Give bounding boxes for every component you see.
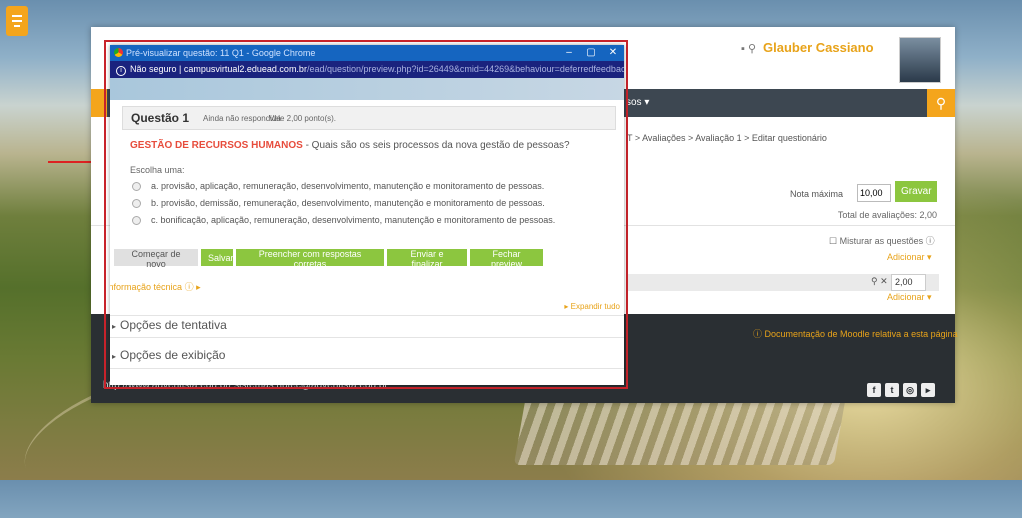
add-menu[interactable]: Adicionar ▾ xyxy=(887,252,932,263)
choose-label: Escolha uma: xyxy=(130,165,185,175)
answer-option-a[interactable]: a. provisão, aplicação, remuneração, des… xyxy=(132,181,545,192)
message-icon[interactable]: ▪ ⚲ xyxy=(741,42,756,55)
close-preview-button[interactable]: Fechar preview xyxy=(470,249,543,269)
tech-info-label: Informação técnica xyxy=(110,282,183,292)
facebook-icon[interactable]: f xyxy=(867,383,881,397)
expand-all-label: Expandir tudo xyxy=(570,302,620,311)
security-label: Não seguro xyxy=(130,64,177,74)
preview-delete-icons[interactable]: ⚲ ✕ xyxy=(871,276,888,287)
question-info-box: Questão 1 Ainda não respondida Vale 2,00… xyxy=(122,106,616,130)
instagram-icon[interactable]: ◎ xyxy=(903,383,917,397)
save-button[interactable]: Salvar xyxy=(201,249,234,266)
fill-correct-button[interactable]: Preencher com respostas corretas xyxy=(236,249,384,269)
maximize-icon[interactable]: ▢ xyxy=(580,45,602,61)
hamburger-line xyxy=(12,20,22,22)
preview-window: Pré-visualizar questão: 11 Q1 - Google C… xyxy=(110,45,624,385)
minimize-icon[interactable]: – xyxy=(558,45,580,61)
total-grades: Total de avaliações: 2,00 xyxy=(837,210,937,220)
address-bar[interactable]: i Não seguro | campusvirtual2.eduead.com.… xyxy=(110,61,624,78)
answer-option-b[interactable]: b. provisão, demissão, remuneração, dese… xyxy=(132,198,545,209)
user-name[interactable]: Glauber Cassiano xyxy=(763,40,874,55)
option-label: b. provisão, demissão, remuneração, dese… xyxy=(151,198,545,208)
menu-toggle-button[interactable] xyxy=(6,6,28,36)
avatar[interactable] xyxy=(899,37,941,83)
max-grade-label: Nota máxima xyxy=(790,189,844,199)
radio-button[interactable] xyxy=(132,199,141,209)
question-prompt: - Quais são os seis processos da nova ge… xyxy=(302,140,570,151)
nav-menu-item[interactable]: sos ▾ xyxy=(626,97,649,108)
documentation-link[interactable]: ⓘ Documentação de Moodle relativa a esta… xyxy=(753,327,958,340)
divider xyxy=(110,368,624,369)
breadcrumb[interactable]: T > Avaliações > Avaliação 1 > Editar qu… xyxy=(627,133,827,143)
hamburger-line xyxy=(12,15,22,17)
question-text: GESTÃO DE RECURSOS HUMANOS - Quais são o… xyxy=(130,140,570,151)
page-banner xyxy=(110,78,624,100)
hamburger-line xyxy=(14,25,20,27)
question-subject: GESTÃO DE RECURSOS HUMANOS xyxy=(130,140,303,151)
answer-option-c[interactable]: c. bonificação, aplicação, remuneração, … xyxy=(132,215,556,226)
window-titlebar[interactable]: Pré-visualizar questão: 11 Q1 - Google C… xyxy=(110,45,624,61)
help-icon[interactable]: ⓘ xyxy=(926,236,935,246)
chevron-right-icon: ▸ xyxy=(112,322,117,331)
save-grade-button[interactable]: Gravar xyxy=(895,181,937,202)
divider xyxy=(110,315,624,316)
submit-finish-button[interactable]: Enviar e finalizar xyxy=(387,249,467,269)
question-grade[interactable]: 2,00 xyxy=(891,274,926,291)
background-greenhouses xyxy=(513,395,847,465)
search-icon[interactable]: ⚲ xyxy=(927,89,955,117)
window-title: Pré-visualizar questão: 11 Q1 - Google C… xyxy=(126,48,316,58)
window-controls: – ▢ ✕ xyxy=(558,45,624,61)
display-options-section[interactable]: ▸ Opções de exibição xyxy=(112,348,225,362)
tech-info-link[interactable]: Informação técnica ⓘ ▸ xyxy=(110,280,201,293)
chevron-right-icon: ▸ xyxy=(112,352,117,361)
social-links: f t ◎ ▸ xyxy=(867,383,935,397)
annotation-arrow xyxy=(48,157,98,167)
radio-button[interactable] xyxy=(132,216,141,226)
expand-all-link[interactable]: ▸ Expandir tudo xyxy=(564,302,620,311)
shuffle-label: Misturar as questões xyxy=(839,236,924,246)
chrome-icon xyxy=(114,48,123,57)
url-path: /ead/question/preview.php?id=26449&cmid=… xyxy=(306,64,624,74)
help-icon[interactable]: ⓘ xyxy=(185,282,194,292)
divider xyxy=(110,337,624,338)
twitter-icon[interactable]: t xyxy=(885,383,899,397)
documentation-link-label: Documentação de Moodle relativa a esta p… xyxy=(764,329,958,339)
section-title: Opções de exibição xyxy=(120,348,226,362)
question-value: Vale 2,00 ponto(s). xyxy=(269,114,337,123)
url-host: campusvirtual2.eduead.com.br xyxy=(183,64,307,74)
youtube-icon[interactable]: ▸ xyxy=(921,383,935,397)
attempt-options-section[interactable]: ▸ Opções de tentativa xyxy=(112,318,227,332)
option-label: c. bonificação, aplicação, remuneração, … xyxy=(151,215,556,225)
section-title: Opções de tentativa xyxy=(120,318,227,332)
radio-button[interactable] xyxy=(132,182,141,192)
question-title: Questão 1 xyxy=(131,111,190,125)
shuffle-checkbox[interactable]: ☐ Misturar as questões ⓘ xyxy=(829,234,935,247)
preview-controls: Começar de novo Salvar Preencher com res… xyxy=(114,249,543,269)
option-label: a. provisão, aplicação, remuneração, des… xyxy=(151,181,545,191)
start-over-button[interactable]: Começar de novo xyxy=(114,249,198,269)
add-menu[interactable]: Adicionar ▾ xyxy=(887,292,932,303)
close-icon[interactable]: ✕ xyxy=(602,45,624,61)
max-grade-input[interactable] xyxy=(857,184,891,202)
info-icon[interactable]: i xyxy=(116,66,126,76)
